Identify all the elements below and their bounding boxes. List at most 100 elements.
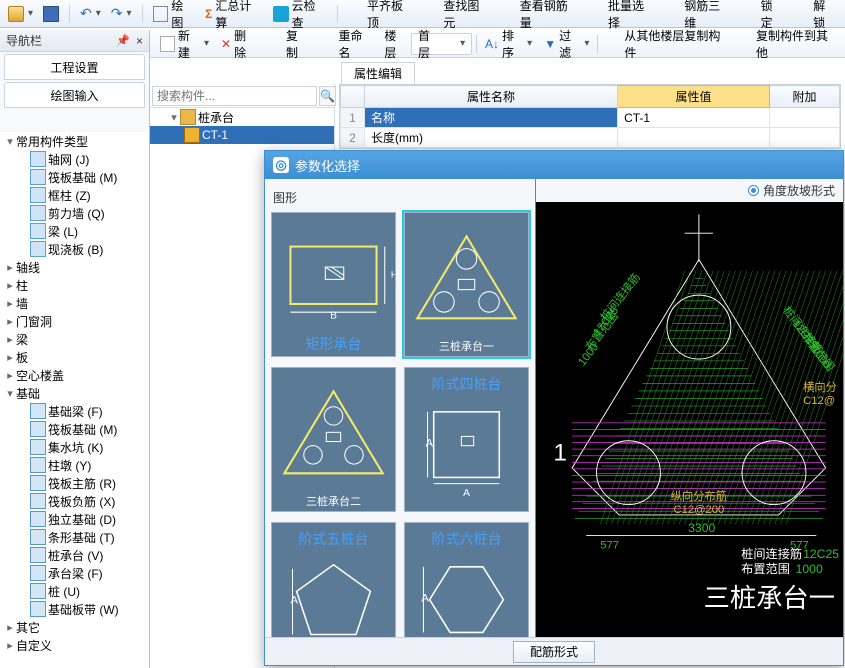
tab-project-settings[interactable]: 工程设置 (4, 54, 145, 80)
shape-thumb[interactable]: AA阶式四桩台 (404, 367, 529, 512)
search-row: 🔍 (150, 84, 334, 108)
dialog-title: 参数化选择 (295, 156, 360, 175)
svg-text:A: A (290, 595, 298, 607)
svg-text:H: H (391, 269, 395, 279)
floor-label: 楼层 (384, 27, 407, 61)
sort-button[interactable]: A↓排序▾ (481, 33, 536, 55)
tree-item[interactable]: 现浇板 (B) (0, 240, 149, 258)
shape-thumb[interactable]: 三桩承台二 (271, 367, 396, 512)
tree-item[interactable]: 基础板带 (W) (0, 600, 149, 618)
table-row[interactable]: 2 长度(mm) (341, 128, 840, 148)
tree-item[interactable]: 框柱 (Z) (0, 186, 149, 204)
redo-button[interactable]: ↷▾ (107, 3, 136, 25)
rebar-3d-button[interactable]: 钢筋三维 (661, 3, 735, 25)
svg-text:纵向分布筋: 纵向分布筋 (671, 489, 727, 503)
svg-text:1: 1 (553, 439, 567, 466)
col-name: 属性名称 (365, 86, 618, 108)
draw-button[interactable]: 绘图 (149, 3, 200, 25)
shape-thumb[interactable]: A阶式五桩台B=A/1.5385 (271, 522, 396, 637)
tree-group[interactable]: ▸柱 (0, 276, 149, 294)
tree-item[interactable]: 筏板负筋 (X) (0, 492, 149, 510)
svg-text:12C25: 12C25 (803, 547, 839, 561)
tree-item[interactable]: 条形基础 (T) (0, 528, 149, 546)
search-button[interactable]: 🔍 (319, 86, 336, 106)
find-ele-button[interactable]: 查找图元 (421, 3, 495, 25)
floor-select[interactable]: 首层▾ (411, 33, 472, 55)
shape-thumb[interactable]: 三桩承台一 (404, 212, 529, 357)
nav-panel: 导航栏 📌 × 工程设置 绘图输入 ▾常用构件类型 轴网 (J)筏板基础 (M)… (0, 30, 150, 668)
search-input[interactable] (152, 86, 317, 106)
tree-node-root[interactable]: ▾桩承台 (150, 108, 334, 126)
svg-text:577: 577 (600, 540, 619, 552)
cell-value[interactable]: CT-1 (618, 108, 770, 128)
preview-option-label: 角度放坡形式 (763, 182, 835, 199)
radio-angle-slope[interactable] (748, 185, 759, 196)
tree-item[interactable]: 筏板基础 (M) (0, 420, 149, 438)
tree-item[interactable]: 剪力墙 (Q) (0, 204, 149, 222)
tree-item[interactable]: 筏板主筋 (R) (0, 474, 149, 492)
delete-button[interactable]: ✕删除 (217, 33, 260, 55)
tree-item[interactable]: 梁 (L) (0, 222, 149, 240)
tab-draw-input[interactable]: 绘图输入 (4, 82, 145, 108)
svg-text:布置范围: 布置范围 (741, 562, 790, 576)
property-tab[interactable]: 属性编辑 (341, 62, 415, 84)
dialog-titlebar[interactable]: ◎ 参数化选择 (265, 151, 843, 179)
align-top-button[interactable]: 平齐板顶 (344, 3, 418, 25)
nav-title: 导航栏 (6, 32, 42, 49)
unlock-button[interactable]: 解锁 (790, 3, 841, 25)
lock-button[interactable]: 锁定 (738, 3, 789, 25)
rebar-form-button[interactable]: 配筋形式 (513, 641, 595, 663)
tree-item[interactable]: 独立基础 (D) (0, 510, 149, 528)
tree-group[interactable]: ▾基础 (0, 384, 149, 402)
open-button[interactable]: ▾ (4, 3, 37, 25)
tree-item[interactable]: 柱墩 (Y) (0, 456, 149, 474)
tree-item[interactable]: 筏板基础 (M) (0, 168, 149, 186)
tree-item[interactable]: 承台梁 (F) (0, 564, 149, 582)
copy-button[interactable]: 复制 (264, 33, 313, 55)
svg-text:3300: 3300 (688, 521, 715, 535)
rename-button[interactable]: 重命名 (317, 33, 377, 55)
view-rebar-button[interactable]: 查看钢筋量 (497, 3, 583, 25)
dialog-icon: ◎ (273, 157, 289, 173)
tb-label: 查找图元 (443, 0, 491, 31)
save-button[interactable] (39, 3, 63, 25)
svg-text:横向分: 横向分 (803, 380, 837, 394)
tree-group[interactable]: ▸板 (0, 348, 149, 366)
shape-thumb[interactable]: BH矩形承台 (271, 212, 396, 357)
col-value: 属性值 (618, 86, 770, 108)
tree-root[interactable]: ▾常用构件类型 (0, 132, 149, 150)
cloud-check-button[interactable]: 云检查 (269, 3, 331, 25)
param-select-dialog: ◎ 参数化选择 图形 BH矩形承台三桩承台一三桩承台二AA阶式四桩台A阶式五桩台… (264, 150, 844, 666)
svg-text:A: A (463, 488, 470, 499)
pin-icon[interactable]: 📌 (116, 34, 130, 47)
tree-item[interactable]: 轴网 (J) (0, 150, 149, 168)
undo-button[interactable]: ↶▾ (76, 3, 105, 25)
new-button[interactable]: 新建▾ (156, 33, 213, 55)
close-icon[interactable]: × (136, 34, 143, 48)
svg-text:三桩承台一: 三桩承台一 (704, 583, 835, 613)
cell-value[interactable] (618, 128, 770, 148)
tree-node-item[interactable]: CT-1 (150, 126, 334, 144)
tree-group[interactable]: ▸自定义 (0, 636, 149, 654)
sum-button[interactable]: Σ汇总计算 (201, 3, 267, 25)
batch-select-button[interactable]: 批量选择 (585, 3, 659, 25)
table-row[interactable]: 1 名称 CT-1 (341, 108, 840, 128)
copy-to-floor-button[interactable]: 复制构件到其他 (734, 33, 839, 55)
tree-item[interactable]: 基础梁 (F) (0, 402, 149, 420)
tree-item[interactable]: 桩 (U) (0, 582, 149, 600)
tree-item[interactable]: 桩承台 (V) (0, 546, 149, 564)
shape-thumb[interactable]: A阶式六桩台B=A/1.7326 (404, 522, 529, 637)
tree-group[interactable]: ▸空心楼盖 (0, 366, 149, 384)
shape-gallery: 图形 BH矩形承台三桩承台一三桩承台二AA阶式四桩台A阶式五桩台B=A/1.53… (265, 179, 535, 637)
tree-group[interactable]: ▸墙 (0, 294, 149, 312)
copy-from-floor-button[interactable]: 从其他楼层复制构件 (602, 33, 730, 55)
nav-tree: ▾常用构件类型 轴网 (J)筏板基础 (M)框柱 (Z)剪力墙 (Q)梁 (L)… (0, 132, 149, 668)
tree-group[interactable]: ▸门窗洞 (0, 312, 149, 330)
svg-text:C12@200: C12@200 (673, 504, 724, 516)
svg-text:C12@: C12@ (803, 395, 835, 407)
tree-group[interactable]: ▸其它 (0, 618, 149, 636)
filter-button[interactable]: ▼过滤▾ (540, 33, 593, 55)
tree-item[interactable]: 集水坑 (K) (0, 438, 149, 456)
tree-group[interactable]: ▸轴线 (0, 258, 149, 276)
tree-group[interactable]: ▸梁 (0, 330, 149, 348)
